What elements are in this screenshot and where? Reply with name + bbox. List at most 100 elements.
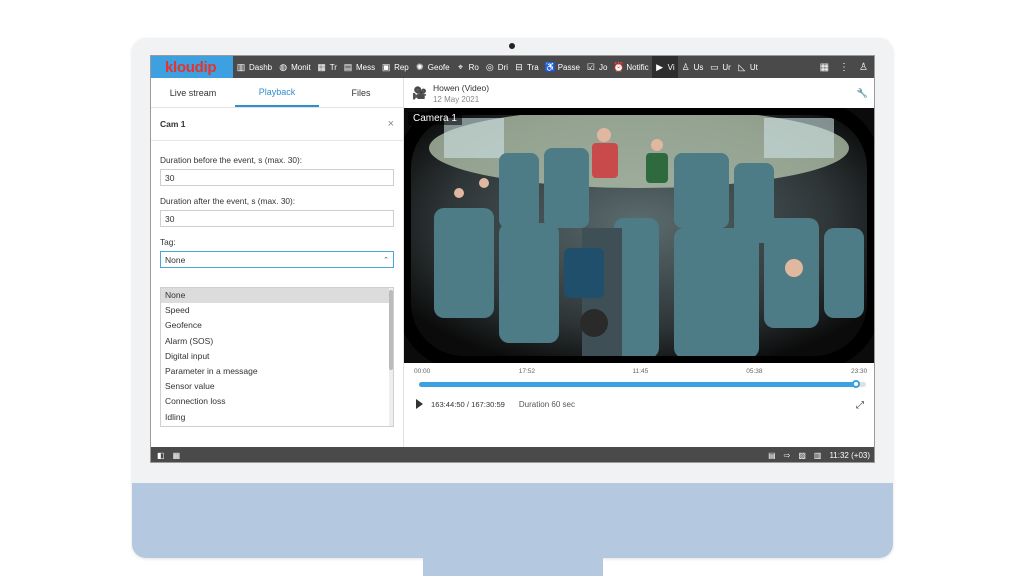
clip-duration: Duration 60 sec xyxy=(518,399,575,409)
camera-overlay-label: Camera 1 xyxy=(408,112,462,125)
nav-item-2[interactable]: ▦ Tr xyxy=(314,56,340,78)
playback-controls: 163:44:50 / 167:30:59 Duration 60 sec xyxy=(416,399,575,409)
tag-option[interactable]: Idling xyxy=(161,410,393,425)
image-icon[interactable]: ▨ xyxy=(798,451,806,460)
ruler-icon: ◺ xyxy=(738,62,746,72)
nav-item-7[interactable]: ◎ Dri xyxy=(482,56,511,78)
tag-option[interactable]: Connection loss xyxy=(161,394,393,409)
timeline-tick: 11:45 xyxy=(632,368,649,375)
layout-icon[interactable]: ▥ xyxy=(814,451,822,460)
seek-bar-handle[interactable] xyxy=(851,380,860,388)
nav-label: Vi xyxy=(667,62,675,72)
webcam-dot xyxy=(509,43,515,49)
nav-item-15[interactable]: ◺ Ut xyxy=(734,56,761,78)
tab-bar: Live stream Playback Files xyxy=(151,78,403,108)
wrench-icon[interactable]: 🔧 xyxy=(857,88,868,99)
nav-item-14[interactable]: ▭ Ur xyxy=(706,56,733,78)
tag-option[interactable]: Digital input xyxy=(161,349,393,364)
fullscreen-icon[interactable]: ⤢ xyxy=(856,400,864,411)
nav-label: Ro xyxy=(468,62,479,72)
nav-right-tools: ▦ ⋮ ♙ xyxy=(820,62,874,73)
chevron-up-icon: ⌃ xyxy=(383,256,389,264)
player-panel: 🎥 Howen (Video) 12 May 2021 🔧 Camera 1 0… xyxy=(404,78,874,447)
table-icon[interactable]: ▤ xyxy=(768,451,776,460)
grid-layout-icon[interactable]: ▦ xyxy=(173,451,181,460)
account-icon[interactable]: ♙ xyxy=(859,62,868,73)
nav-item-11[interactable]: ⏰ Notific xyxy=(610,56,651,78)
tag-select[interactable]: None ⌃ xyxy=(160,251,394,268)
before-input[interactable]: 30 xyxy=(160,169,394,186)
timeline-tick: 23:30 xyxy=(851,368,868,375)
nav-item-0[interactable]: ▥ Dashb xyxy=(233,56,275,78)
main-menu: ▥ Dashb ◍ Monit ▦ Tr ▤ Mess ▣ Rep ✺ Geofe ⌖ Ro ◎ Dri ⊟ Tr… xyxy=(233,56,820,78)
tag-option[interactable]: Sensor value xyxy=(161,379,393,394)
tag-option[interactable]: Alarm (SOS) xyxy=(161,334,393,349)
camera-device-icon: 🎥 xyxy=(412,86,427,100)
nav-item-6[interactable]: ⌖ Ro xyxy=(453,56,482,78)
grid-icon: ▦ xyxy=(317,62,326,72)
tab-live-stream[interactable]: Live stream xyxy=(151,78,235,107)
after-input[interactable]: 30 xyxy=(160,210,394,227)
alarm-clock-icon: ⏰ xyxy=(613,62,625,72)
tag-option[interactable]: Speed xyxy=(161,303,393,318)
left-panel: Live stream Playback Files Cam 1 × Duratio… xyxy=(151,78,404,447)
unit-name: Howen (Video) xyxy=(432,82,490,93)
dropdown-scrollbar[interactable] xyxy=(389,288,393,426)
unit-date: 12 May 2021 xyxy=(432,94,480,104)
tag-option[interactable]: None xyxy=(161,288,393,304)
nav-label: Passe xyxy=(557,62,580,72)
top-nav-bar: kloud ip ▥ Dashb ◍ Monit ▦ Tr ▤ Mess ▣ Rep ✺ Geofe ⌖ R… xyxy=(151,56,874,78)
tab-files[interactable]: Files xyxy=(319,78,403,107)
timeline-ticks: 00:00 17:52 11:45 05:38 23:30 xyxy=(414,368,869,378)
nav-label: Dashb xyxy=(249,62,273,72)
globe-icon: ◍ xyxy=(279,62,288,72)
nav-item-3[interactable]: ▤ Mess xyxy=(340,56,378,78)
nav-item-4[interactable]: ▣ Rep xyxy=(378,56,412,78)
before-label: Duration before the event, s (max. 30): xyxy=(160,155,303,165)
timeline: 00:00 17:52 11:45 05:38 23:30 163:44:50 / 16… xyxy=(404,366,874,426)
clock-time: 11:32 (+03) xyxy=(829,451,870,460)
seek-bar-progress xyxy=(419,382,856,387)
nav-label: Notific xyxy=(626,62,649,72)
seek-bar[interactable] xyxy=(419,380,866,388)
video-export-icon[interactable]: ⇨ xyxy=(784,451,791,460)
nav-item-5[interactable]: ✺ Geofe xyxy=(412,56,453,78)
monitor-stand xyxy=(423,558,603,576)
play-icon[interactable] xyxy=(416,399,423,409)
nav-item-8[interactable]: ⊟ Tra xyxy=(511,56,542,78)
nav-item-9[interactable]: ♿ Passe xyxy=(542,56,583,78)
report-icon: ▣ xyxy=(381,62,391,72)
timeline-tick: 17:52 xyxy=(518,368,536,375)
video-frame[interactable]: Camera 1 xyxy=(404,108,874,363)
app-screen: kloud ip ▥ Dashb ◍ Monit ▦ Tr ▤ Mess ▣ Rep ✺ Geofe ⌖ R… xyxy=(150,55,875,463)
geofence-icon: ✺ xyxy=(415,62,424,72)
nav-label: Dri xyxy=(497,62,509,72)
timeline-tick: 00:00 xyxy=(414,368,431,375)
nav-label: Jo xyxy=(598,62,608,72)
playback-position: 163:44:50 / 167:30:59 xyxy=(431,399,505,409)
bar-chart-icon: ▥ xyxy=(236,62,246,72)
job-icon: ☑ xyxy=(586,62,595,72)
nav-label: Tr xyxy=(329,62,337,72)
close-icon[interactable]: × xyxy=(388,118,394,130)
nav-label: Mess xyxy=(355,62,376,72)
player-header: 🎥 Howen (Video) 12 May 2021 🔧 xyxy=(404,78,874,108)
more-icon[interactable]: ⋮ xyxy=(839,62,849,73)
event-form: Duration before the event, s (max. 30): … xyxy=(151,141,403,268)
tag-option[interactable]: Geofence xyxy=(161,318,393,333)
nav-label: Rep xyxy=(394,62,409,72)
video-icon: ▶ xyxy=(656,62,664,72)
tab-playback[interactable]: Playback xyxy=(235,78,319,107)
tag-label: Tag: xyxy=(160,237,176,247)
apps-grid-icon[interactable]: ▦ xyxy=(820,62,829,73)
nav-item-1[interactable]: ◍ Monit xyxy=(275,56,314,78)
nav-item-12[interactable]: ▶ Vi xyxy=(651,56,678,78)
nav-item-10[interactable]: ☑ Jo xyxy=(583,56,610,78)
logo[interactable]: kloud ip xyxy=(151,56,233,78)
nav-item-13[interactable]: ♙ Us xyxy=(678,56,707,78)
tag-option[interactable]: Parameter in a message xyxy=(161,364,393,379)
nav-label: Tra xyxy=(527,62,539,72)
tag-dropdown: None Speed Geofence Alarm (SOS) Digital inpu… xyxy=(160,287,394,427)
route-icon: ⌖ xyxy=(458,62,464,72)
panel-toggle-icon[interactable]: ◧ xyxy=(157,451,165,460)
